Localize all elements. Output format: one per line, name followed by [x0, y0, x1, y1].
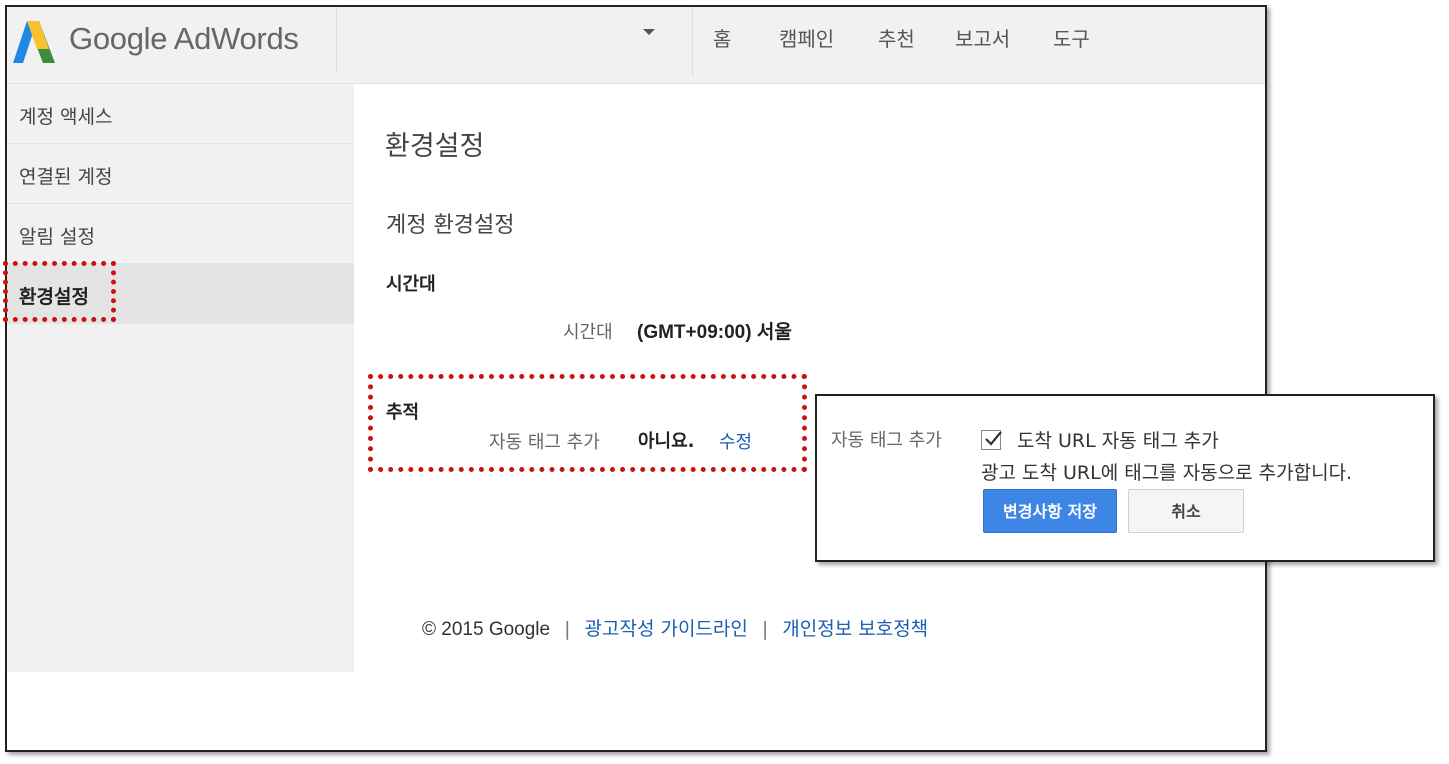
highlight-box-tracking [368, 374, 807, 472]
adwords-logo[interactable]: Google AdWords [13, 15, 333, 63]
popup-label: 자동 태그 추가 [831, 430, 942, 451]
nav-tools[interactable]: 도구 [1053, 23, 1090, 52]
sidebar-item-label: 연결된 계정 [19, 166, 113, 188]
logo-text: Google AdWords [69, 21, 299, 56]
auto-tagging-edit-panel: 자동 태그 추가 도착 URL 자동 태그 추가 광고 도착 URL에 태그를 … [815, 394, 1435, 562]
sidebar-item-label: 알림 설정 [19, 226, 95, 248]
timezone-label: 시간대 [563, 322, 613, 343]
auto-tagging-checkbox[interactable] [981, 430, 1002, 450]
footer: © 2015 Google | 광고작성 가이드라인 | 개인정보 보호정책 [422, 614, 928, 641]
sidebar-item-label: 계정 액세스 [19, 106, 113, 128]
highlight-box-sidebar [3, 261, 116, 322]
nav-recommendations[interactable]: 추천 [878, 23, 915, 52]
sidebar-item-notifications[interactable]: 알림 설정 [7, 204, 354, 264]
nav-home[interactable]: 홈 [713, 23, 731, 52]
header-divider [336, 7, 337, 71]
save-changes-button[interactable]: 변경사항 저장 [983, 489, 1117, 533]
top-header: Google AdWords 홈 캠페인 추천 보고서 도구 [7, 7, 1265, 84]
checkbox-label[interactable]: 도착 URL 자동 태그 추가 [1017, 426, 1219, 453]
footer-separator: | [564, 618, 571, 640]
sidebar-item-linked-accounts[interactable]: 연결된 계정 [7, 144, 354, 204]
nav-reports[interactable]: 보고서 [955, 23, 1010, 52]
section-title: 계정 환경설정 [386, 213, 515, 238]
timezone-value: (GMT+09:00) 서울 [637, 322, 792, 343]
sidebar: 계정 액세스 연결된 계정 알림 설정 환경설정 [7, 84, 354, 672]
chevron-down-icon[interactable] [643, 29, 655, 35]
cancel-button[interactable]: 취소 [1128, 489, 1244, 533]
popup-description: 광고 도착 URL에 태그를 자동으로 추가합니다. [981, 462, 1353, 484]
nav-campaigns[interactable]: 캠페인 [779, 23, 834, 52]
adwords-logo-icon [13, 21, 55, 63]
ad-guidelines-link[interactable]: 광고작성 가이드라인 [585, 618, 748, 640]
privacy-policy-link[interactable]: 개인정보 보호정책 [782, 618, 928, 640]
sidebar-item-account-access[interactable]: 계정 액세스 [7, 84, 354, 144]
account-selector[interactable] [347, 17, 687, 57]
header-divider [692, 7, 693, 77]
page-title: 환경설정 [385, 131, 485, 162]
checkmark-icon [985, 431, 1002, 446]
timezone-heading: 시간대 [386, 274, 436, 295]
copyright-text: © 2015 Google [422, 619, 551, 640]
footer-separator: | [761, 618, 769, 640]
